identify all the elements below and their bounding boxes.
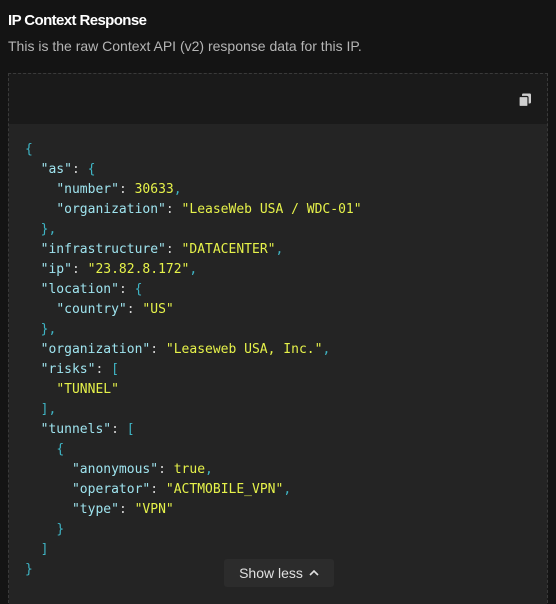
json-value: "Leaseweb USA, Inc." [165, 342, 323, 357]
page-subtitle: This is the raw Context API (v2) respons… [8, 38, 362, 54]
json-key: "operator" [71, 482, 151, 497]
show-less-button[interactable]: Show less [224, 559, 334, 587]
json-key: "ip" [40, 262, 72, 277]
json-key: "organization" [56, 202, 166, 217]
json-key: "location" [40, 282, 119, 297]
json-value: "TUNNEL" [56, 382, 119, 397]
show-less-label: Show less [239, 565, 303, 581]
json-key: "risks" [40, 362, 96, 377]
copy-icon[interactable] [517, 92, 533, 108]
json-value: true [173, 462, 206, 477]
json-key: "tunnels" [40, 422, 112, 437]
json-value: "US" [142, 302, 174, 317]
json-value: "VPN" [134, 502, 174, 517]
json-text: { "as": { "number": 30633, "organization… [25, 142, 362, 577]
json-value: 30633 [134, 182, 174, 197]
json-value: "DATACENTER" [181, 242, 276, 257]
code-toolbar [9, 74, 547, 124]
json-key: "organization" [40, 342, 151, 357]
json-key: "infrastructure" [40, 242, 166, 257]
json-value: "LeaseWeb USA / WDC-01" [181, 202, 362, 217]
chevron-up-icon [309, 568, 319, 579]
response-panel: { "as": { "number": 30633, "organization… [8, 73, 548, 604]
json-key: "country" [56, 302, 127, 317]
page-title: IP Context Response [8, 12, 147, 29]
json-key: "anonymous" [71, 462, 159, 477]
json-code-block: { "as": { "number": 30633, "organization… [9, 124, 547, 604]
json-key: "number" [56, 182, 119, 197]
json-value: "ACTMOBILE_VPN" [165, 482, 284, 497]
json-value: "23.82.8.172" [87, 262, 190, 277]
json-key: "as" [40, 162, 72, 177]
json-key: "type" [71, 502, 119, 517]
